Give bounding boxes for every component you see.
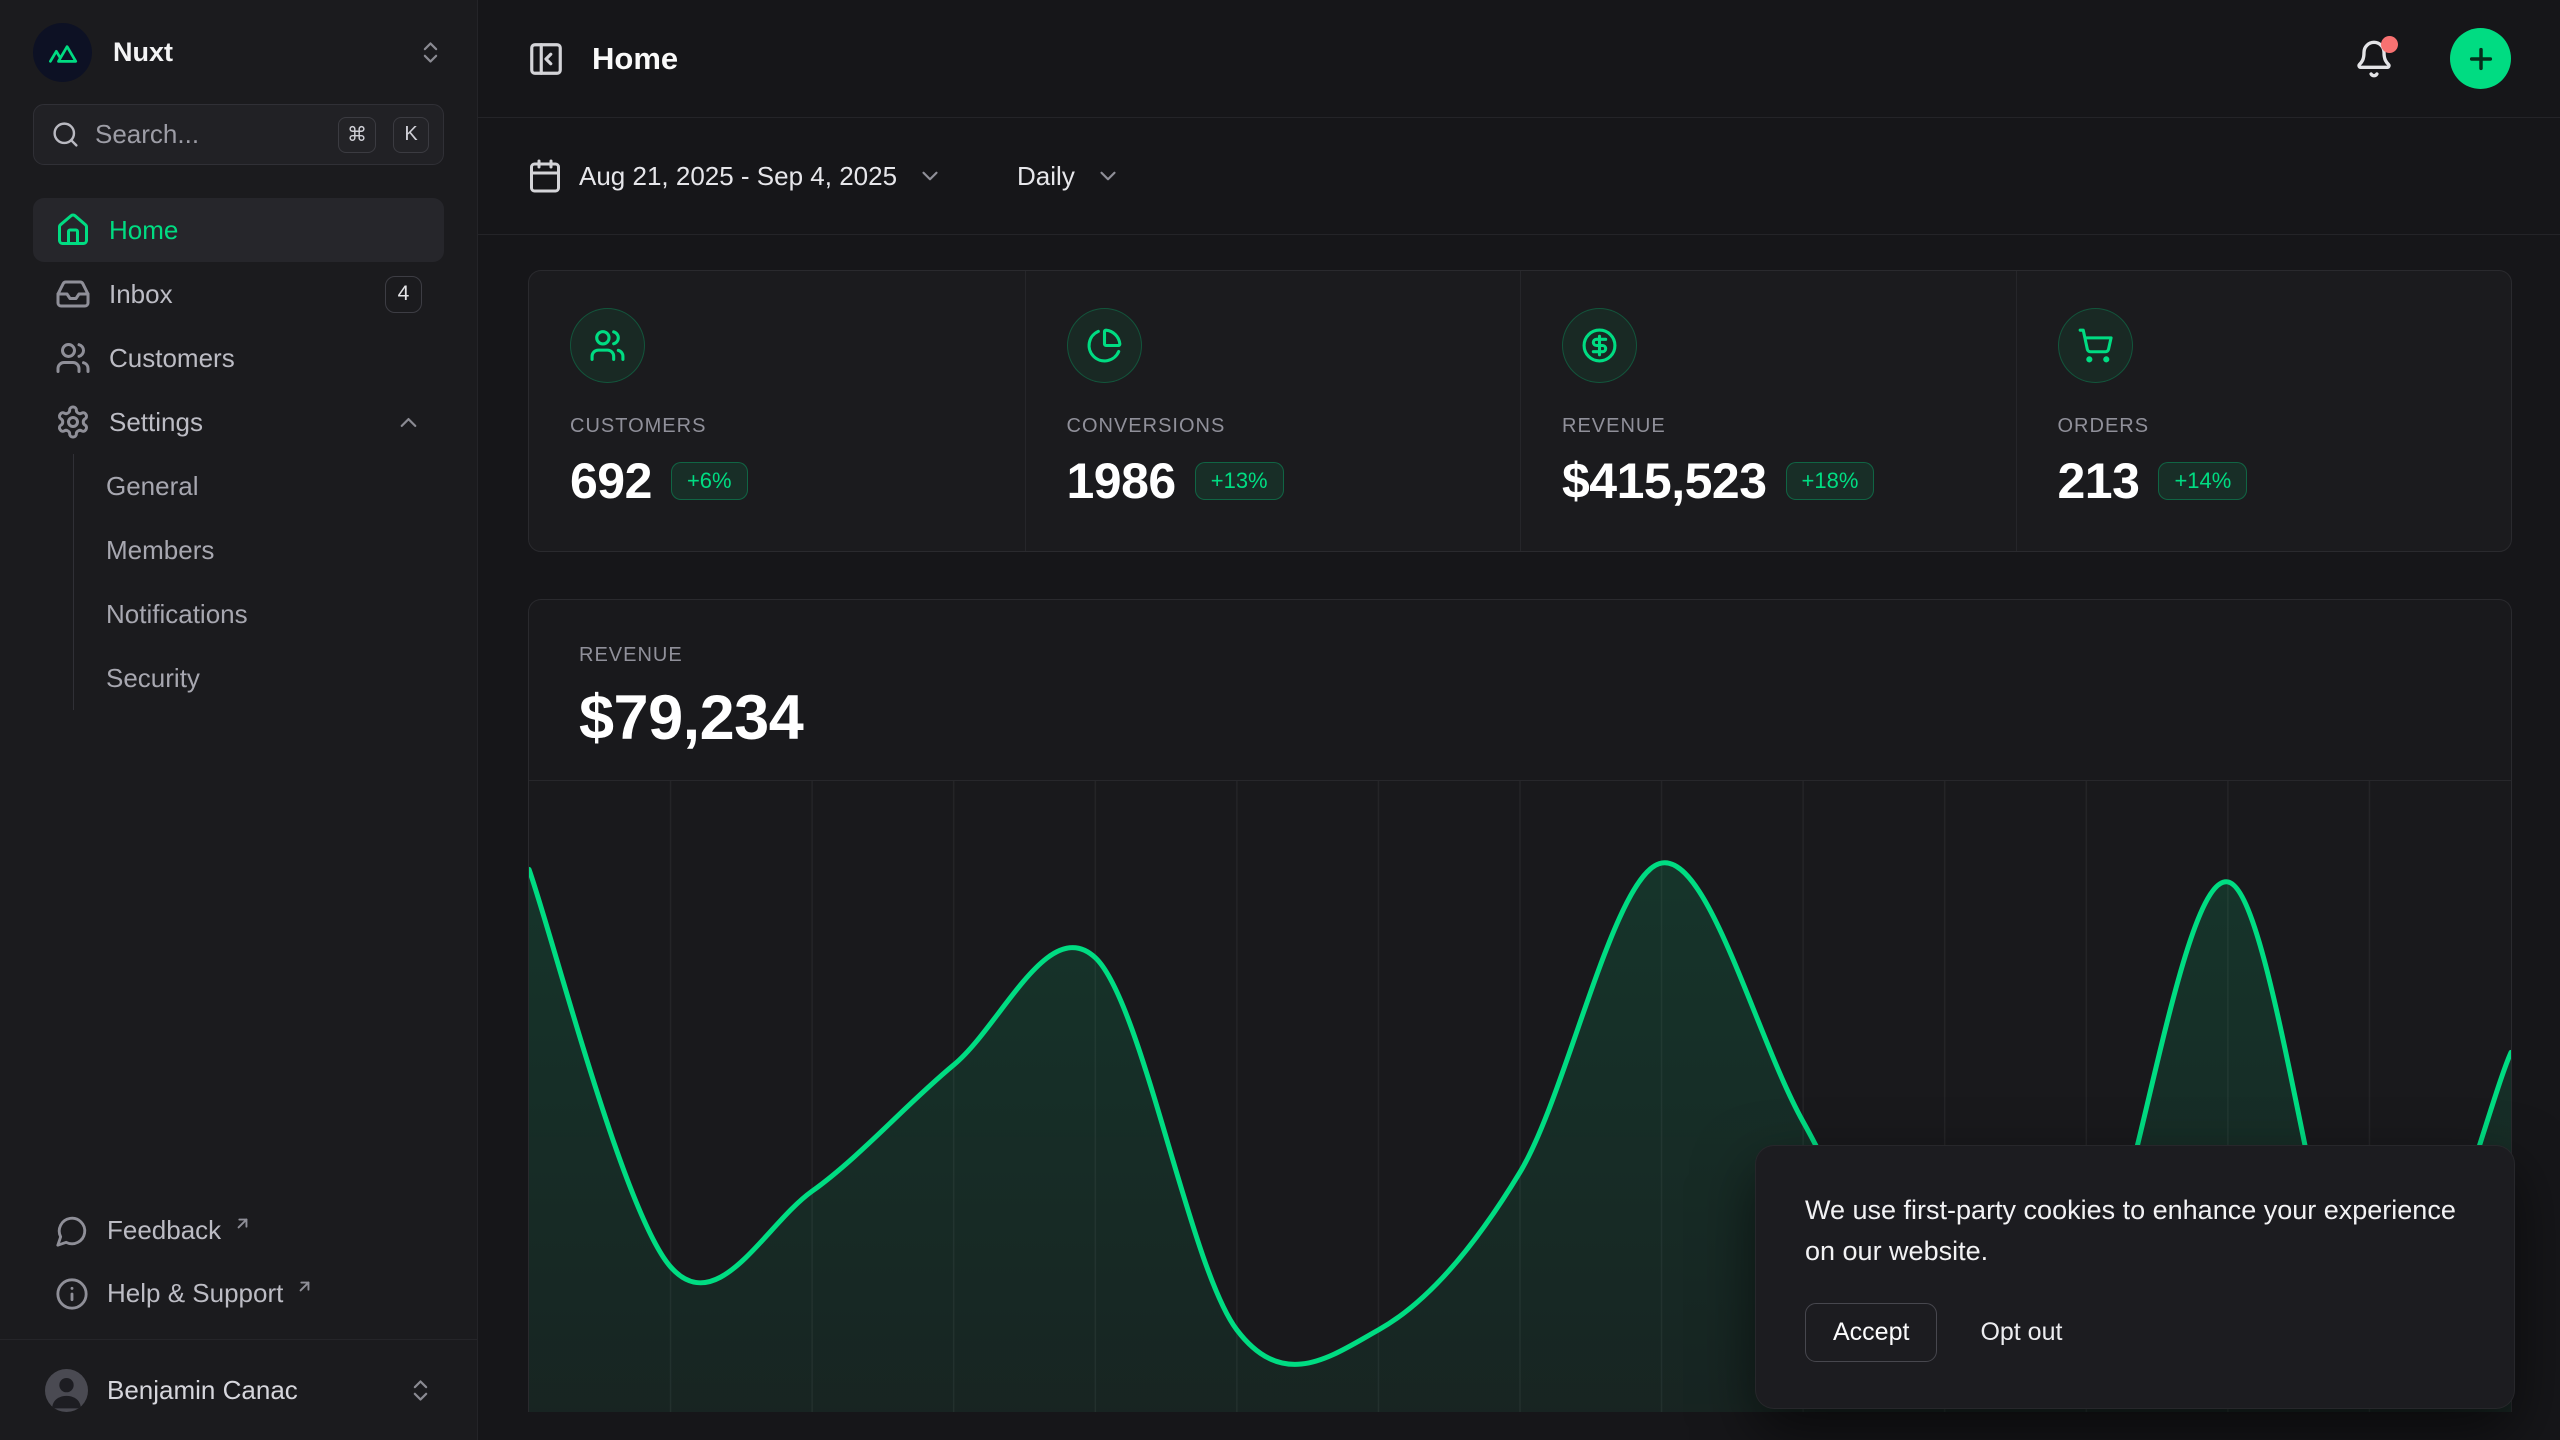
sidebar-nav: Home Inbox 4 Customers — [33, 198, 444, 710]
chevrons-up-down-icon — [407, 1377, 434, 1404]
circle-dollar-icon — [1562, 308, 1637, 383]
stat-value: 213 — [2058, 452, 2140, 510]
sidebar-item-members[interactable]: Members — [106, 518, 444, 582]
user-name: Benjamin Canac — [107, 1375, 388, 1406]
date-range-picker[interactable]: Aug 21, 2025 - Sep 4, 2025 — [527, 158, 943, 194]
sidebar-item-customers[interactable]: Customers — [33, 326, 444, 390]
sidebar-item-home[interactable]: Home — [33, 198, 444, 262]
feedback-link[interactable]: Feedback — [33, 1199, 444, 1262]
kbd-k: K — [393, 117, 429, 153]
chevrons-up-down-icon — [417, 39, 444, 66]
stat-delta-badge: +14% — [2158, 462, 2247, 500]
revenue-chart-label: REVENUE — [579, 644, 2461, 667]
sidebar: Nuxt Search... ⌘ K Home — [0, 0, 478, 1440]
chevron-up-icon — [395, 409, 422, 436]
external-link-icon — [233, 1214, 252, 1233]
sidebar-item-settings[interactable]: Settings — [33, 390, 444, 454]
stats-card: CUSTOMERS 692 +6% CONVERSIONS 1986 +13% — [528, 270, 2512, 552]
topbar: Home — [478, 0, 2560, 118]
kbd-cmd: ⌘ — [338, 117, 376, 153]
search-input[interactable]: Search... ⌘ K — [33, 104, 444, 165]
stat-orders[interactable]: ORDERS 213 +14% — [2016, 271, 2512, 551]
inbox-count-badge: 4 — [385, 276, 422, 313]
stat-value: $415,523 — [1562, 452, 1767, 510]
stat-delta-badge: +13% — [1195, 462, 1284, 500]
sidebar-item-label: Home — [109, 215, 422, 246]
sidebar-footer: Feedback Help & Support — [33, 1199, 444, 1335]
opt-out-button[interactable]: Opt out — [1980, 1318, 2062, 1347]
toolbar: Aug 21, 2025 - Sep 4, 2025 Daily — [478, 118, 2560, 235]
notification-dot — [2381, 36, 2398, 53]
workspace-name: Nuxt — [113, 37, 396, 68]
stat-value: 692 — [570, 452, 652, 510]
inbox-icon — [55, 276, 91, 312]
collapse-sidebar-icon[interactable] — [527, 40, 565, 78]
home-icon — [55, 212, 91, 248]
accept-cookies-button[interactable]: Accept — [1805, 1303, 1937, 1362]
pie-chart-icon — [1067, 308, 1142, 383]
help-support-link[interactable]: Help & Support — [33, 1262, 444, 1325]
stat-label: CONVERSIONS — [1067, 415, 1480, 438]
user-menu[interactable]: Benjamin Canac — [33, 1340, 444, 1440]
cookie-message: We use first-party cookies to enhance yo… — [1805, 1190, 2465, 1272]
sidebar-item-inbox[interactable]: Inbox 4 — [33, 262, 444, 326]
info-icon — [55, 1277, 89, 1311]
nuxt-logo — [33, 23, 92, 82]
stat-value: 1986 — [1067, 452, 1176, 510]
chevron-down-icon — [917, 163, 943, 189]
revenue-chart-value: $79,234 — [579, 682, 2461, 754]
stat-customers[interactable]: CUSTOMERS 692 +6% — [529, 271, 1025, 551]
chat-bubble-icon — [55, 1214, 89, 1248]
stat-label: CUSTOMERS — [570, 415, 984, 438]
notifications-bell-button[interactable] — [2354, 39, 2394, 79]
users-icon — [570, 308, 645, 383]
search-placeholder: Search... — [95, 119, 321, 150]
calendar-icon — [527, 158, 563, 194]
add-button[interactable] — [2450, 28, 2511, 89]
stat-delta-badge: +6% — [671, 462, 748, 500]
sidebar-item-label: Inbox — [109, 279, 367, 310]
granularity-value: Daily — [1017, 161, 1075, 192]
cookie-banner: We use first-party cookies to enhance yo… — [1755, 1145, 2515, 1409]
chevron-down-icon — [1095, 163, 1121, 189]
gear-icon — [55, 404, 91, 440]
stat-revenue[interactable]: REVENUE $415,523 +18% — [1520, 271, 2016, 551]
cart-icon — [2058, 308, 2133, 383]
stat-delta-badge: +18% — [1786, 462, 1875, 500]
users-icon — [55, 340, 91, 376]
stat-label: REVENUE — [1562, 415, 1975, 438]
sidebar-item-security[interactable]: Security — [106, 646, 444, 710]
feedback-label: Feedback — [107, 1215, 221, 1246]
page-title: Home — [592, 41, 2327, 77]
sidebar-item-label: Customers — [109, 343, 422, 374]
external-link-icon — [295, 1277, 314, 1296]
search-icon — [51, 120, 80, 149]
date-range-value: Aug 21, 2025 - Sep 4, 2025 — [579, 161, 897, 192]
stat-conversions[interactable]: CONVERSIONS 1986 +13% — [1025, 271, 1521, 551]
sidebar-item-notifications[interactable]: Notifications — [106, 582, 444, 646]
granularity-select[interactable]: Daily — [1017, 161, 1121, 192]
workspace-switcher[interactable]: Nuxt — [33, 0, 444, 104]
help-support-label: Help & Support — [107, 1278, 283, 1309]
settings-subnav: General Members Notifications Security — [73, 454, 444, 710]
avatar — [45, 1369, 88, 1412]
sidebar-item-label: Settings — [109, 407, 377, 438]
sidebar-item-general[interactable]: General — [106, 454, 444, 518]
stat-label: ORDERS — [2058, 415, 2471, 438]
